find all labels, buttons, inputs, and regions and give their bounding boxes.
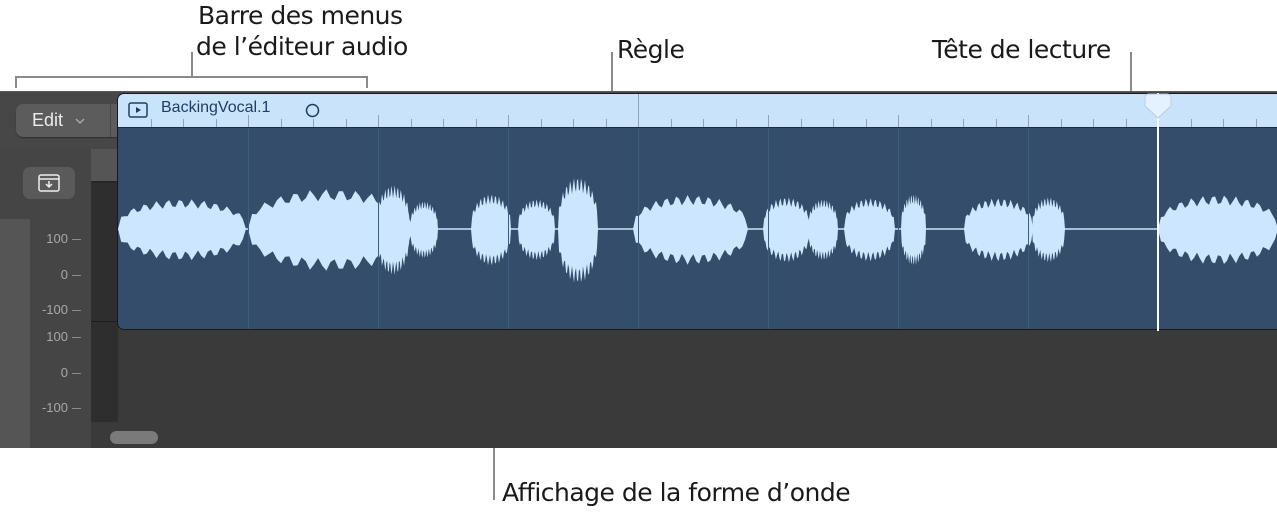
chevron-down-icon <box>75 117 85 124</box>
callout-waveform: Affichage de la forme d’onde <box>502 478 851 507</box>
channel-divider <box>91 321 118 322</box>
waveform-segment <box>763 197 810 263</box>
menu-edit-label: Edit <box>32 110 64 130</box>
amplitude-scale-panel: 100 0 -100 100 0 -100 <box>0 149 91 448</box>
grid-line <box>898 128 899 329</box>
amplitude-label: 100 <box>46 329 81 344</box>
waveform-segment <box>118 199 246 261</box>
region-ruler-tick <box>150 119 152 127</box>
amplitude-label: 0 <box>61 267 81 282</box>
waveform-segment <box>518 199 555 261</box>
grid-line <box>378 128 379 329</box>
bracket-left <box>15 76 17 88</box>
region-ruler-tick <box>670 119 672 127</box>
region-ruler-tick <box>183 119 184 127</box>
amplitude-label: 100 <box>46 231 81 246</box>
amplitude-label: -100 <box>42 302 81 317</box>
catch-playhead-icon <box>38 174 60 192</box>
waveform-segment <box>1158 195 1277 264</box>
waveform-display[interactable] <box>118 128 1277 330</box>
region-ruler-tick <box>443 119 444 127</box>
playhead-handle[interactable] <box>1144 93 1172 119</box>
region-ruler-tick <box>248 115 249 127</box>
region-ruler-tick <box>865 119 867 127</box>
waveform-segment <box>844 198 895 262</box>
horizontal-scrollbar[interactable] <box>91 422 1277 448</box>
waveform-segment <box>808 199 838 261</box>
region-ruler-tick <box>508 115 509 127</box>
region-ruler-tick <box>215 119 217 127</box>
region-play-icon[interactable] <box>128 102 148 118</box>
region-ruler-tick <box>1255 119 1257 127</box>
region-ruler-tick <box>930 119 932 127</box>
waveform-segment <box>471 194 511 266</box>
region-ruler-tick <box>963 119 964 127</box>
region-header[interactable]: BackingVocal.1 <box>118 94 1277 128</box>
region-ruler-tick <box>768 115 769 127</box>
scrollbar-thumb[interactable] <box>110 431 158 444</box>
region-ruler-tick <box>540 119 542 127</box>
region-ruler-tick <box>345 119 347 127</box>
region-ruler-tick <box>735 119 737 127</box>
waveform-segment <box>901 194 926 266</box>
region-ruler-tick <box>313 119 314 127</box>
region-ruler-tick <box>280 119 282 127</box>
region-ruler-tick <box>475 119 477 127</box>
waveform-segment <box>558 178 598 283</box>
callout-ruler: Règle <box>617 35 685 64</box>
region-ruler-tick <box>898 115 899 127</box>
region-name: BackingVocal.1 <box>161 99 271 116</box>
region-ruler-tick <box>1028 115 1029 127</box>
waveform-segment <box>1032 197 1065 263</box>
region-ruler-tick <box>638 94 639 127</box>
waveform-segment <box>633 195 748 265</box>
region-ruler-tick <box>995 119 997 127</box>
callout-menu-bar-line2: de l’éditeur audio <box>196 32 408 61</box>
region-ruler-tick <box>1093 119 1094 127</box>
menu-edit[interactable]: Edit <box>16 104 111 137</box>
region-ruler-tick <box>800 119 802 127</box>
region-ruler-tick <box>410 119 412 127</box>
region-ruler-tick <box>703 119 704 127</box>
region-ruler-tick <box>1125 119 1127 127</box>
region-ruler-tick <box>1060 119 1062 127</box>
grid-line <box>508 128 509 329</box>
region-ruler-tick <box>1190 119 1192 127</box>
region-ruler-tick <box>833 119 834 127</box>
region-ruler-tick <box>378 115 379 127</box>
amplitude-label: 0 <box>61 365 81 380</box>
playhead[interactable] <box>1157 93 1159 331</box>
grid-line <box>768 128 769 329</box>
region-gutter <box>91 149 118 448</box>
callout-menu-bar-line <box>191 52 193 77</box>
callout-menu-bar-bracket <box>15 76 368 78</box>
loop-circle-icon <box>305 103 320 118</box>
catch-playhead-button[interactable] <box>23 167 75 199</box>
callout-playhead: Tête de lecture <box>932 35 1111 64</box>
waveform-segment <box>410 201 438 258</box>
left-strip <box>0 219 30 448</box>
callout-menu-bar-line1: Barre des menus <box>198 1 403 30</box>
region-ruler-tick <box>573 119 574 127</box>
audio-region[interactable]: BackingVocal.1 <box>117 93 1277 330</box>
grid-line <box>248 128 249 329</box>
region-ruler-tick <box>1223 119 1224 127</box>
region-ruler-tick <box>605 119 607 127</box>
waveform-segment <box>964 198 1033 262</box>
waveform-segment <box>376 185 410 275</box>
amplitude-label: -100 <box>42 400 81 415</box>
grid-line <box>638 128 639 329</box>
grid-line <box>1028 128 1029 329</box>
bracket-right <box>366 76 368 88</box>
